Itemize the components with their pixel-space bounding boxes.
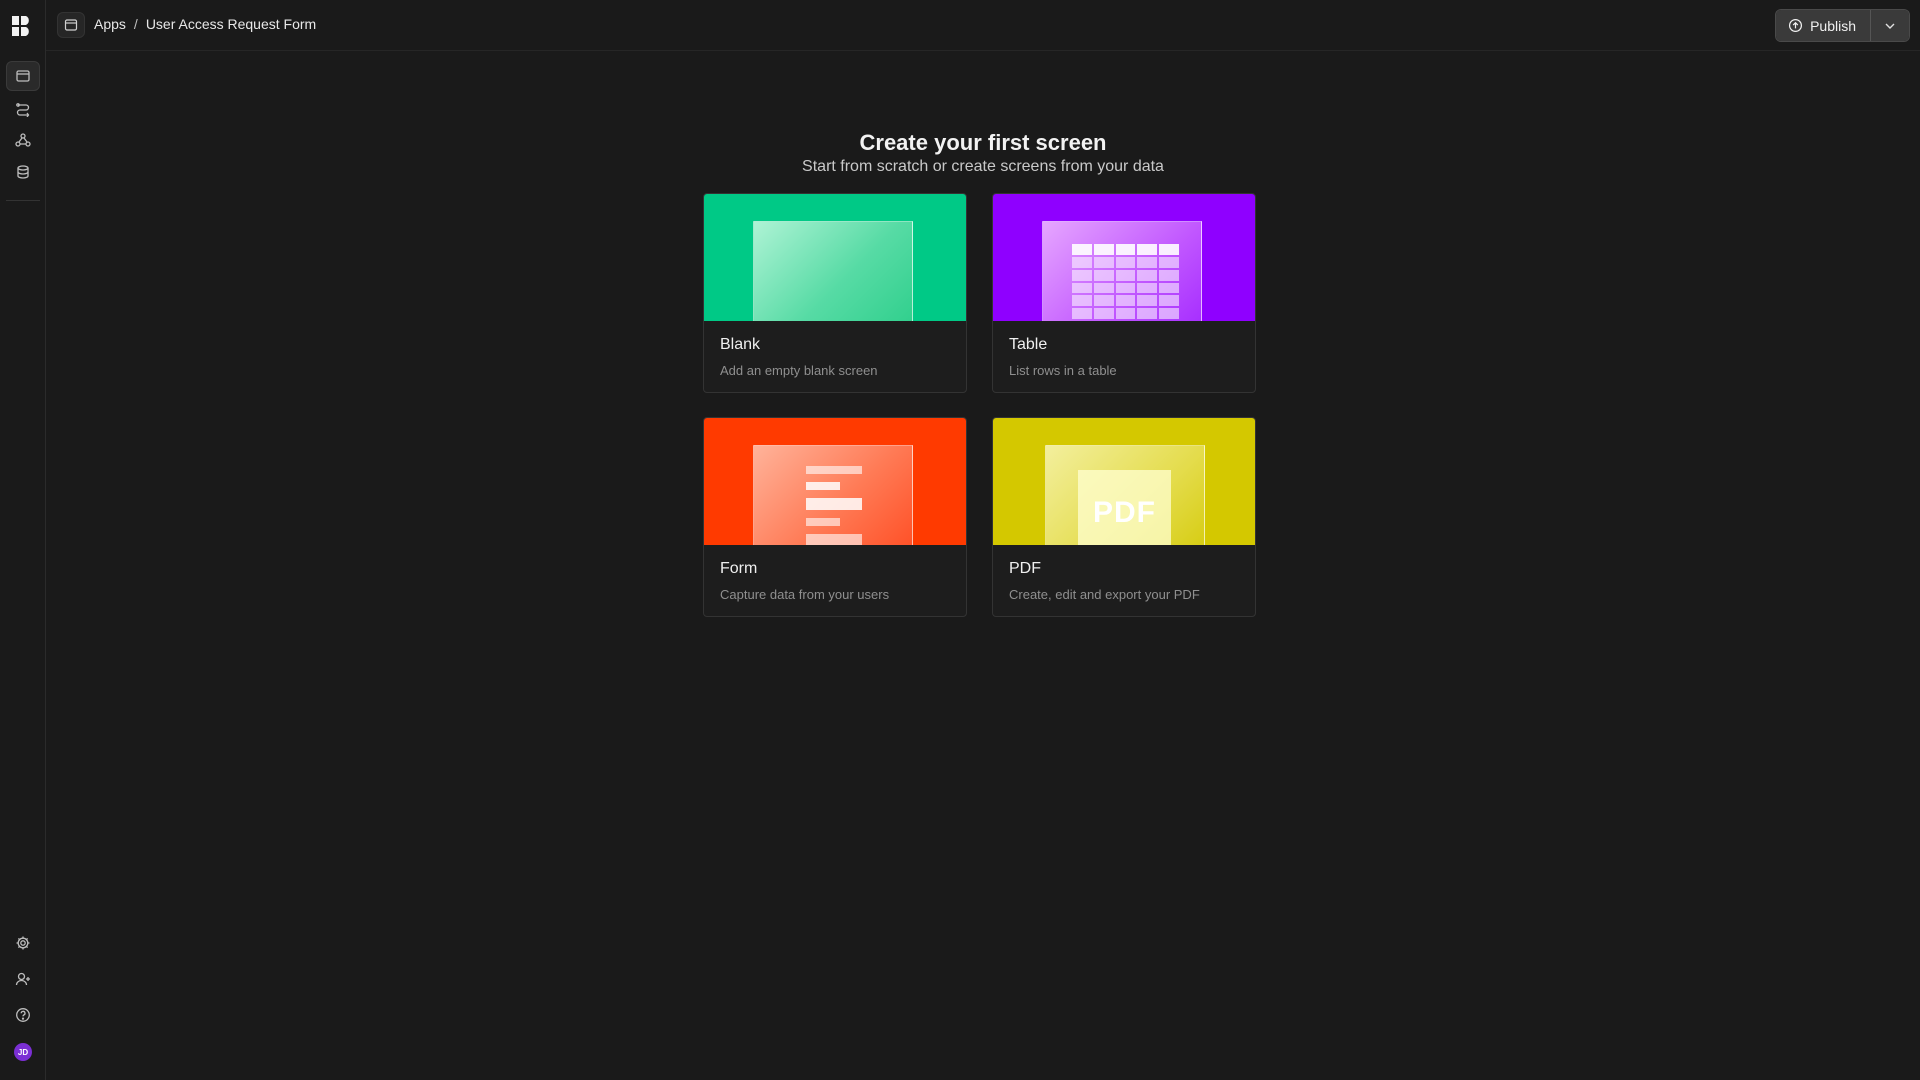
form-bar [806, 498, 862, 510]
blank-sheet-illustration [753, 221, 913, 321]
publish-button-group: Publish [1775, 9, 1910, 42]
rail-divider [6, 200, 40, 201]
card-description: List rows in a table [1009, 363, 1117, 378]
toggle-panel-button[interactable] [57, 12, 85, 38]
automations-icon [16, 103, 30, 117]
pdf-preview: PDF [993, 418, 1255, 545]
template-card-pdf[interactable]: PDF PDF Create, edit and export your PDF [992, 417, 1256, 617]
sidebar-panel-icon [64, 19, 78, 31]
card-description: Add an empty blank screen [720, 363, 878, 378]
table-sheet-illustration [1042, 221, 1202, 321]
card-title: Table [1009, 336, 1048, 353]
user-avatar[interactable]: JD [14, 1043, 32, 1061]
form-bar [806, 534, 862, 545]
table-preview [993, 194, 1255, 321]
top-bar: Apps / User Access Request Form Publish [46, 0, 1920, 51]
workflow-icon [15, 133, 31, 147]
card-info: PDF Create, edit and export your PDF [993, 545, 1255, 616]
card-description: Capture data from your users [720, 587, 890, 602]
form-bar [806, 482, 840, 490]
blank-preview [704, 194, 966, 321]
help-icon [16, 1008, 30, 1022]
publish-button[interactable]: Publish [1776, 10, 1871, 41]
form-bar [806, 518, 840, 526]
page-title: Create your first screen [859, 130, 1107, 155]
publish-label: Publish [1810, 17, 1856, 34]
template-card-table[interactable]: Table List rows in a table [992, 193, 1256, 393]
rail-database-button[interactable] [6, 157, 40, 187]
settings-icon [16, 936, 30, 950]
page-subtitle: Start from scratch or create screens fro… [802, 158, 1164, 175]
screens-icon [16, 70, 30, 82]
publish-options-button[interactable] [1871, 10, 1909, 41]
table-grid-illustration [1072, 244, 1179, 321]
left-rail: JD [0, 0, 46, 1080]
card-info: Table List rows in a table [993, 321, 1255, 392]
rail-add-user-button[interactable] [6, 964, 40, 994]
pdf-sheet-illustration: PDF [1045, 445, 1205, 545]
database-icon [17, 165, 29, 179]
rail-automations-button[interactable] [6, 94, 40, 124]
add-user-icon [15, 972, 30, 986]
card-title: Blank [720, 336, 761, 353]
card-info: Form Capture data from your users [704, 545, 966, 616]
card-title: Form [720, 560, 758, 577]
breadcrumb-app-name[interactable]: User Access Request Form [146, 16, 316, 32]
app-root: JD Apps / User Access Request Form Publi… [0, 0, 1920, 1080]
breadcrumb: Apps / User Access Request Form [94, 16, 316, 32]
rail-help-button[interactable] [6, 1000, 40, 1030]
upload-circle-icon [1789, 18, 1803, 33]
chevron-down-icon [1885, 23, 1895, 29]
card-title: PDF [1009, 560, 1041, 577]
form-bar [806, 466, 862, 474]
rail-workflow-button[interactable] [6, 125, 40, 155]
form-sheet-illustration [753, 445, 913, 545]
logo-icon[interactable] [11, 15, 33, 37]
breadcrumb-separator: / [133, 16, 138, 32]
card-description: Create, edit and export your PDF [1009, 587, 1200, 602]
card-info: Blank Add an empty blank screen [704, 321, 966, 392]
rail-settings-button[interactable] [6, 928, 40, 958]
pdf-preview-label: PDF [1078, 470, 1171, 545]
breadcrumb-apps-link[interactable]: Apps [94, 16, 126, 32]
template-card-form[interactable]: Form Capture data from your users [703, 417, 967, 617]
form-preview [704, 418, 966, 545]
template-card-blank[interactable]: Blank Add an empty blank screen [703, 193, 967, 393]
rail-screens-button[interactable] [6, 61, 40, 91]
